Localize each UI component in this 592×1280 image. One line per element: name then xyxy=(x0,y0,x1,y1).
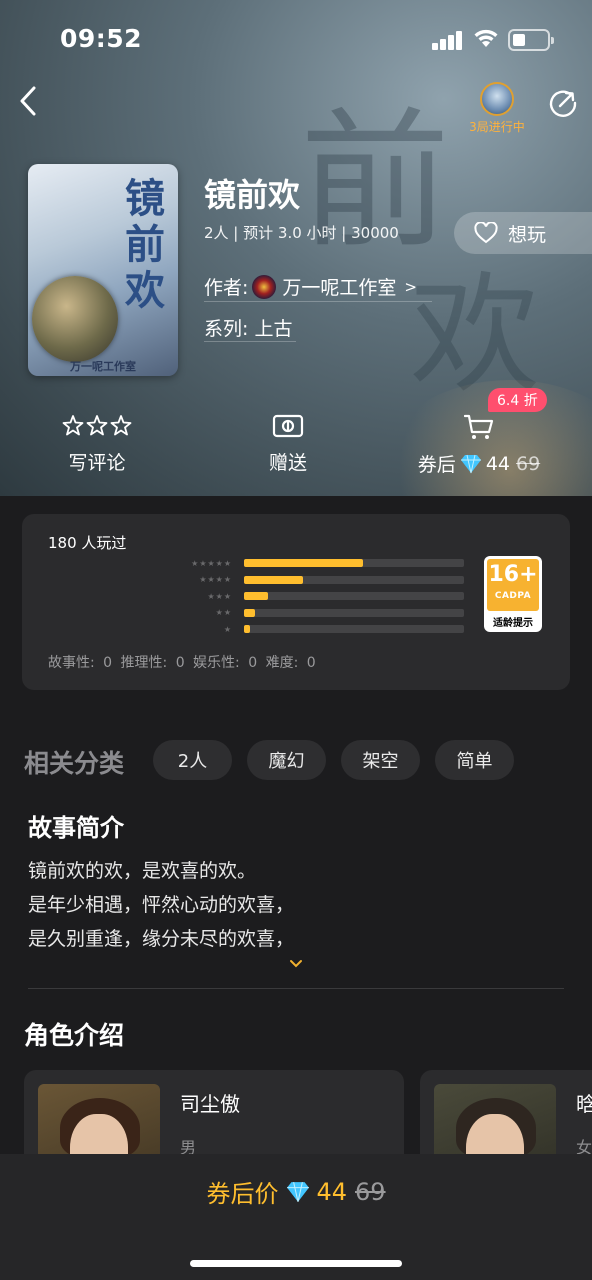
category-tag[interactable]: 简单 xyxy=(435,740,514,780)
live-sessions-badge[interactable]: 3局进行中 xyxy=(466,82,528,135)
back-button[interactable] xyxy=(14,84,44,118)
game-title: 镜前欢 xyxy=(204,176,301,214)
rating-fill xyxy=(244,575,304,584)
coupon-price-value: 44 xyxy=(485,452,510,475)
stars-icon xyxy=(62,415,132,436)
role-name: 司尘傲 xyxy=(180,1092,240,1116)
rating-track xyxy=(244,575,464,584)
story-line: 是年少相遇，怦然心动的欢喜， xyxy=(28,894,295,916)
share-icon[interactable] xyxy=(548,88,578,118)
story-line: 镜前欢的欢，是欢喜的欢。 xyxy=(28,860,257,882)
hero-section: 前 欢 09:52 3局进行中 镜 前 欢 万一呢工作室 镜前欢 2人 | 预计… xyxy=(0,0,592,496)
rating-fill xyxy=(244,592,269,600)
purchase-button[interactable]: 券后价 44 69 xyxy=(0,1174,592,1209)
author-avatar xyxy=(252,274,277,299)
gift-icon xyxy=(272,414,304,438)
diamond-icon xyxy=(287,1181,310,1202)
want-to-play-button[interactable]: 想玩 xyxy=(454,212,592,254)
coupon-price: 券后 44 69 xyxy=(404,450,554,477)
gift-label: 赠送 xyxy=(268,452,307,474)
game-meta: 2人 | 预计 3.0 小时 | 30000 xyxy=(204,224,399,242)
write-review-label: 写评论 xyxy=(68,452,126,474)
purchase-price: 44 xyxy=(316,1177,347,1206)
rating-row: ★★★★★ xyxy=(172,558,464,568)
age-tip: 适龄提示 xyxy=(493,618,533,629)
status-time: 09:52 xyxy=(60,24,143,53)
age-org: CADPA xyxy=(494,591,532,601)
battery-icon xyxy=(508,29,554,51)
series-link[interactable]: 系列: 上古 xyxy=(204,314,297,342)
diamond-icon xyxy=(460,454,481,473)
rating-row: ★★ xyxy=(172,608,464,618)
rating-stats-card: 180 人玩过 ★★★★★ ★★★★ ★★★ ★★ ★ 16+ CADPA 适龄提示 故… xyxy=(22,514,570,690)
gift-button[interactable]: 赠送 xyxy=(248,414,328,475)
rating-stars: ★★★★ xyxy=(199,575,232,584)
rating-row: ★★★ xyxy=(172,591,464,601)
rating-fill xyxy=(244,559,363,567)
story-line: 是久别重逢，缘分未尽的欢喜， xyxy=(28,928,295,950)
live-avatar xyxy=(480,82,514,116)
story-title: 故事简介 xyxy=(28,814,124,842)
buy-button[interactable]: 券后 44 69 xyxy=(404,414,554,477)
rating-track xyxy=(244,592,464,600)
live-status-text: 3局进行中 xyxy=(469,120,525,134)
category-tag[interactable]: 2人 xyxy=(153,740,232,780)
cover-brand: 万一呢工作室 xyxy=(70,360,136,373)
cellular-signal-icon xyxy=(432,30,464,50)
expand-chevron-icon[interactable] xyxy=(288,958,304,970)
write-review-button[interactable]: 写评论 xyxy=(52,414,142,475)
roles-title: 角色介绍 xyxy=(24,1021,125,1050)
rating-stars: ★ xyxy=(223,624,232,634)
role-name: 晗 xyxy=(576,1092,592,1116)
category-tag[interactable]: 架空 xyxy=(341,740,420,780)
divider xyxy=(28,988,564,989)
rating-track xyxy=(244,608,464,617)
game-cover[interactable]: 镜 前 欢 万一呢工作室 xyxy=(28,164,178,376)
wifi-icon xyxy=(474,29,498,47)
original-price: 69 xyxy=(516,452,541,475)
rating-stars: ★★★ xyxy=(207,591,232,601)
categories-title: 相关分类 xyxy=(24,749,125,778)
rating-fill xyxy=(244,625,250,633)
coupon-label: 券后 xyxy=(417,454,456,476)
heart-icon xyxy=(474,222,498,244)
rating-row: ★ xyxy=(172,624,464,634)
author-name: 万一呢工作室 xyxy=(282,277,397,299)
score-breakdown: 故事性: 0 推理性: 0 娱乐性: 0 难度: 0 xyxy=(48,655,316,671)
discount-badge: 6.4 折 xyxy=(488,388,547,412)
rating-fill xyxy=(244,608,255,617)
want-label: 想玩 xyxy=(508,223,547,246)
cover-crystal-orb xyxy=(32,276,118,362)
rating-stars: ★★★★★ xyxy=(191,558,232,568)
home-indicator xyxy=(190,1260,402,1267)
rating-track xyxy=(244,559,464,567)
author-arrow: > xyxy=(404,277,417,296)
rating-track xyxy=(244,625,464,633)
status-bar: 09:52 xyxy=(0,0,592,80)
cover-title: 镜 前 欢 xyxy=(125,175,165,314)
age-rating: 16+ xyxy=(488,562,538,587)
rating-stars: ★★ xyxy=(215,608,232,617)
purchase-original-price: 69 xyxy=(355,1177,386,1206)
played-count: 180 人玩过 xyxy=(48,534,127,552)
bottom-purchase-bar: 券后价 44 69 xyxy=(0,1154,592,1280)
category-tag[interactable]: 魔幻 xyxy=(247,740,326,780)
author-link[interactable]: 作者: 万一呢工作室 > xyxy=(204,272,432,302)
rating-row: ★★★★ xyxy=(172,575,464,585)
purchase-label: 券后价 xyxy=(206,1180,279,1208)
age-rating-badge[interactable]: 16+ CADPA 适龄提示 xyxy=(484,556,542,632)
cart-icon xyxy=(463,414,494,439)
author-label: 作者: xyxy=(204,277,249,299)
